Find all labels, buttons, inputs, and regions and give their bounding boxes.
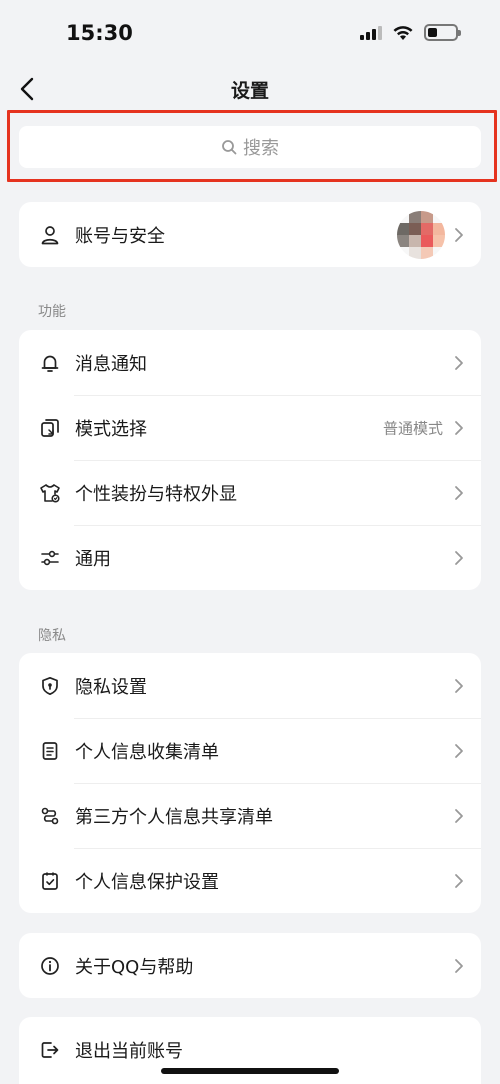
list-item-third-party-sharing[interactable]: 第三方个人信息共享清单 xyxy=(19,783,481,848)
mode-icon xyxy=(39,417,61,439)
about-card: 关于QQ与帮助 xyxy=(19,933,481,998)
chevron-right-icon xyxy=(455,678,463,693)
features-card: 消息通知 模式选择 普通模式 个性装扮与特权外显 通用 xyxy=(19,330,481,590)
logout-icon xyxy=(39,1039,61,1061)
battery-icon xyxy=(424,24,461,41)
signal-icon xyxy=(360,25,382,40)
section-title-features: 功能 xyxy=(38,304,66,320)
chevron-right-icon xyxy=(455,485,463,500)
chevron-right-icon xyxy=(455,420,463,435)
list-item-label: 通用 xyxy=(75,548,111,570)
list-item-personalization[interactable]: 个性装扮与特权外显 xyxy=(19,460,481,525)
account-card: 账号与安全 xyxy=(19,202,481,267)
search-placeholder: 搜索 xyxy=(243,138,279,159)
list-item-about-help[interactable]: 关于QQ与帮助 xyxy=(19,933,481,998)
shirt-icon xyxy=(39,482,61,504)
list-item-info-collection[interactable]: 个人信息收集清单 xyxy=(19,718,481,783)
list-item-label: 第三方个人信息共享清单 xyxy=(75,806,273,828)
search-icon xyxy=(222,140,237,155)
info-icon xyxy=(39,955,61,977)
sliders-icon xyxy=(39,547,61,569)
list-item-label: 隐私设置 xyxy=(75,676,147,698)
account-security-label: 账号与安全 xyxy=(75,225,165,247)
privacy-card: 隐私设置 个人信息收集清单 第三方个人信息共享清单 个人信息保护设置 xyxy=(19,653,481,913)
list-item-label: 关于QQ与帮助 xyxy=(75,956,194,978)
checkbox-icon xyxy=(39,870,61,892)
bell-icon xyxy=(39,352,61,374)
status-bar: 15:30 xyxy=(0,0,500,66)
list-item-label: 消息通知 xyxy=(75,353,147,375)
chevron-right-icon xyxy=(455,355,463,370)
search-input[interactable]: 搜索 xyxy=(19,126,481,168)
list-item-label: 个人信息收集清单 xyxy=(75,741,219,763)
account-security-item[interactable]: 账号与安全 xyxy=(19,202,481,267)
chevron-right-icon xyxy=(455,958,463,973)
list-item-label: 个性装扮与特权外显 xyxy=(75,483,237,505)
chevron-right-icon xyxy=(455,873,463,888)
share-icon xyxy=(39,805,61,827)
shield-icon xyxy=(39,675,61,697)
list-item-general[interactable]: 通用 xyxy=(19,525,481,590)
chevron-right-icon xyxy=(455,227,463,242)
mode-value: 普通模式 xyxy=(382,419,443,437)
list-item-privacy-settings[interactable]: 隐私设置 xyxy=(19,653,481,718)
section-title-privacy: 隐私 xyxy=(38,628,66,644)
page-title: 设置 xyxy=(230,80,269,102)
chevron-right-icon xyxy=(455,743,463,758)
status-time: 15:30 xyxy=(66,21,133,45)
list-item-label: 模式选择 xyxy=(75,418,147,440)
chevron-right-icon xyxy=(455,808,463,823)
list-item-notifications[interactable]: 消息通知 xyxy=(19,330,481,395)
status-icons xyxy=(360,24,461,41)
wifi-icon xyxy=(393,25,413,40)
list-item-info-protection[interactable]: 个人信息保护设置 xyxy=(19,848,481,913)
user-icon xyxy=(39,224,61,246)
logout-label: 退出当前账号 xyxy=(75,1040,183,1062)
document-icon xyxy=(39,740,61,762)
avatar xyxy=(397,211,445,259)
nav-bar: 设置 xyxy=(0,66,500,112)
list-item-mode[interactable]: 模式选择 普通模式 xyxy=(19,395,481,460)
chevron-right-icon xyxy=(455,550,463,565)
home-indicator[interactable] xyxy=(161,1068,339,1074)
list-item-label: 个人信息保护设置 xyxy=(75,871,219,893)
